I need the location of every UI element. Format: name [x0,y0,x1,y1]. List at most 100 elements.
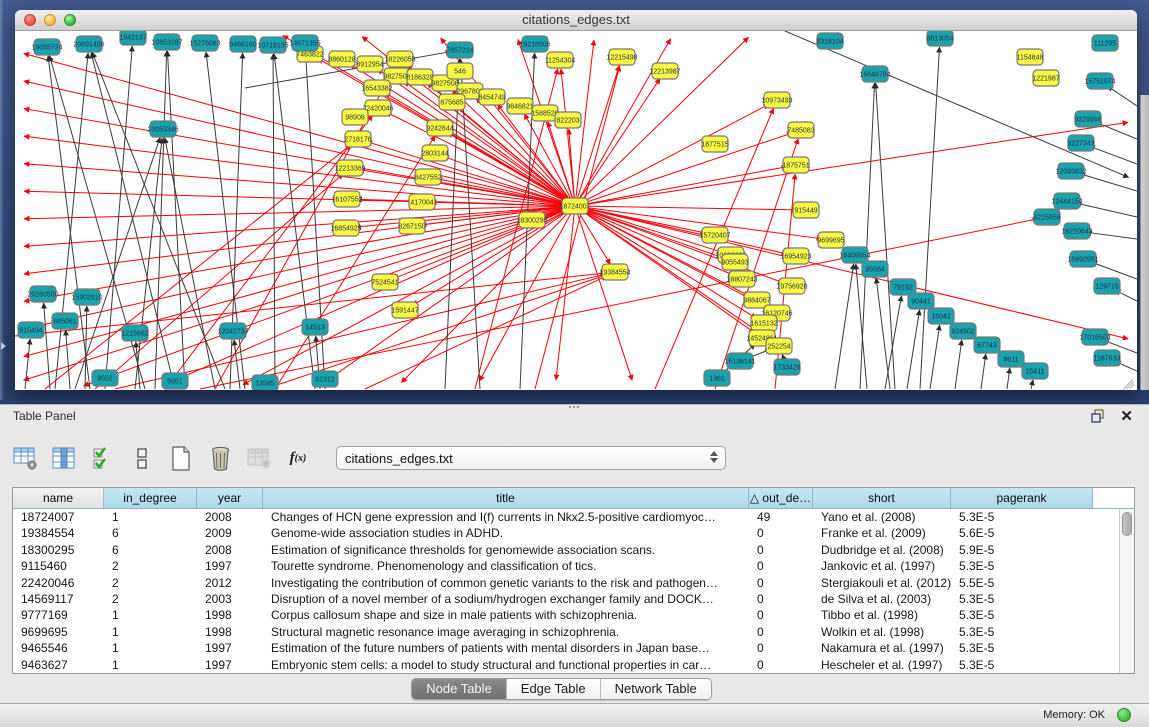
graph-node[interactable]: 1877515 [701,136,728,152]
tab-network-table[interactable]: Network Table [601,679,711,699]
graph-node[interactable]: 10973493 [761,92,792,108]
table-row[interactable]: 1872400712008Changes of HCN gene express… [13,509,1119,525]
graph-node[interactable]: 111295 [1092,35,1118,51]
graph-node[interactable]: 16136141 [724,353,755,369]
graph-edge[interactable] [25,339,30,389]
graph-node[interactable]: 16954923 [780,248,811,264]
graph-node[interactable]: 7485083 [787,122,814,138]
graph-node[interactable]: 20053346 [147,121,178,137]
graph-edge[interactable] [785,31,1129,177]
graph-edge[interactable] [135,138,162,389]
graph-edge[interactable] [575,167,787,206]
graph-edge[interactable] [981,354,986,389]
graph-edge[interactable] [1031,380,1033,389]
graph-edge[interactable] [920,47,939,389]
graph-node[interactable]: 546 [447,63,473,79]
graph-edge[interactable] [44,303,50,389]
graph-edge[interactable] [876,83,895,389]
graph-node[interactable]: 12042737 [217,323,248,339]
graph-node[interactable]: 15902910 [71,289,102,305]
graph-node[interactable]: 9227343 [1067,135,1094,151]
graph-edge[interactable] [1107,86,1137,106]
graph-node[interactable]: 1875751 [782,157,809,173]
graph-node[interactable]: 2718176 [344,131,371,147]
show-columns-icon[interactable] [51,445,77,471]
graph-node[interactable]: 1221987 [1032,70,1059,86]
graph-node[interactable]: 9242844 [426,120,453,136]
column-header-1[interactable]: in_degree [104,488,197,508]
graph-node[interactable]: 15276063 [189,35,220,51]
column-header-6[interactable]: pagerank [951,488,1093,508]
graph-node[interactable]: 14671355 [289,35,320,51]
graph-edge[interactable] [165,115,373,389]
column-header-2[interactable]: year [197,488,263,508]
select-columns-icon[interactable] [90,445,116,471]
tab-node-table[interactable]: Node Table [412,679,507,699]
graph-node[interactable]: 11254304 [545,52,576,68]
row-height-icon[interactable] [129,445,155,471]
graph-node[interactable]: 95584 [862,261,888,277]
graph-edge[interactable] [1007,368,1010,389]
graph-node[interactable]: 20260500 [27,286,58,302]
collapsed-results-panel-edge[interactable] [1140,95,1149,390]
column-header-4[interactable]: △ out_de… [749,488,813,508]
graph-edge[interactable] [75,138,160,389]
collapsed-control-panel-arrow[interactable] [1,342,6,350]
graph-edge[interactable] [48,56,90,389]
graph-node[interactable]: 19218506 [519,36,550,52]
graph-node[interactable]: 8860128 [328,51,355,67]
graph-node[interactable]: 12215498 [606,49,637,65]
graph-edge[interactable] [569,129,575,206]
graph-node[interactable]: 13585 [252,375,278,390]
graph-node[interactable]: 7524541 [371,274,398,290]
delete-columns-icon[interactable] [207,445,233,471]
graph-edge[interactable] [24,206,575,357]
graph-node[interactable]: 18807243 [726,271,757,287]
graph-node[interactable]: 129715 [1094,278,1120,294]
graph-edge[interactable] [1089,146,1137,164]
table-scrollbar-thumb[interactable] [1122,512,1132,536]
graph-edge[interactable] [1086,232,1137,239]
graph-node[interactable]: 9552 [92,370,118,386]
graph-node[interactable]: 8267150 [398,218,425,234]
graph-node[interactable]: 885061 [52,313,78,329]
table-scrollbar[interactable] [1119,509,1134,673]
graph-edge[interactable] [1076,203,1137,217]
float-panel-icon[interactable] [1091,409,1105,423]
graph-node[interactable]: 16210643 [1061,223,1092,239]
graph-edge[interactable] [575,206,797,210]
graph-node[interactable]: 915449 [793,202,819,218]
graph-edge[interactable] [1096,122,1137,139]
graph-node[interactable]: 2803144 [421,145,448,161]
column-header-0[interactable]: name [13,488,104,508]
graph-edge[interactable] [167,51,185,389]
graph-node[interactable]: 16854925 [330,220,361,236]
graph-node[interactable]: 14513 [302,319,328,335]
graph-node[interactable]: 91312 [312,371,338,387]
graph-edge[interactable] [367,142,575,206]
graph-edge[interactable] [66,330,70,389]
graph-edge[interactable] [575,122,1128,206]
window-resize-grip[interactable] [1121,374,1135,388]
table-mode-icon[interactable] [12,445,38,471]
graph-node[interactable]: 915494 [18,322,44,338]
function-builder-icon[interactable]: f(x) [285,445,311,471]
create-column-icon[interactable] [168,445,194,471]
graph-node[interactable]: 90441 [908,293,934,309]
graph-node[interactable]: 417004 [409,194,435,210]
graph-node[interactable]: 9329966 [1074,111,1101,127]
graph-node[interactable]: 252254 [766,338,792,354]
graph-edge[interactable] [24,136,575,206]
table-row[interactable]: 2242004622012Investigating the contribut… [13,575,1119,591]
graph-edge[interactable] [83,206,575,386]
graph-node[interactable]: 1154848 [1017,49,1044,65]
graph-node[interactable]: 15720407 [699,227,730,243]
graph-node[interactable]: 12213987 [649,63,680,79]
graph-edge[interactable] [575,133,792,206]
graph-node[interactable]: 16648784 [859,66,890,82]
graph-node[interactable]: 5051 [162,373,188,389]
graph-node[interactable]: 18226058 [384,51,415,67]
tab-edge-table[interactable]: Edge Table [507,679,601,699]
graph-node[interactable]: 875685 [439,94,465,110]
graph-node[interactable]: 16042 [928,308,954,324]
